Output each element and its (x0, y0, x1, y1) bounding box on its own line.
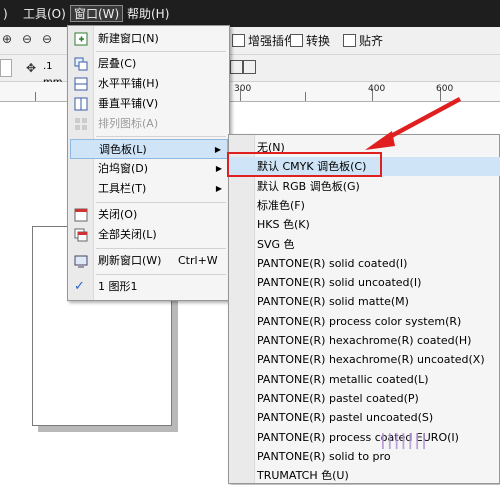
annotation-arrow-icon (365, 97, 461, 150)
watermark-logo: ||||||| (380, 430, 428, 449)
